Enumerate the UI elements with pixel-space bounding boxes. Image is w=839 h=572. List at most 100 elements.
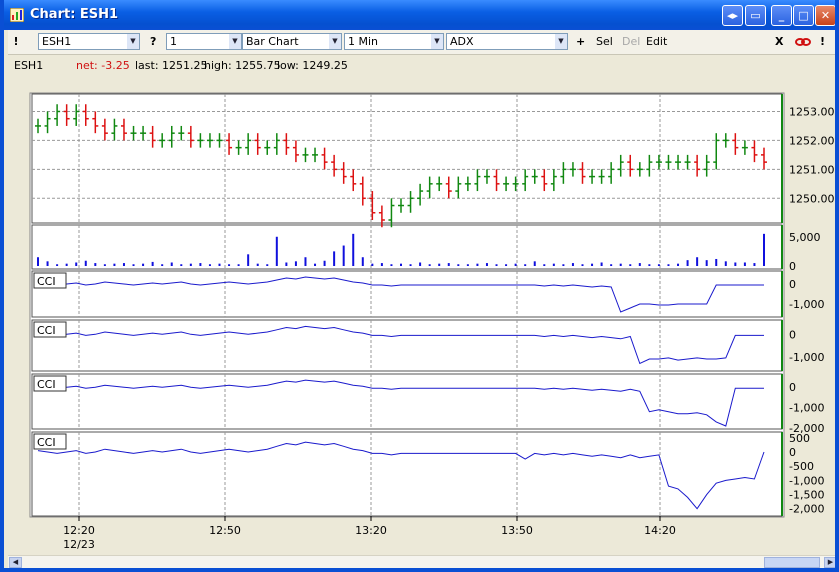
volume-tick-label: 0: [789, 260, 796, 273]
price-tick-label: 1250.00: [789, 192, 835, 205]
volume-bar: [314, 263, 317, 266]
cci-tick-label: 0: [789, 278, 796, 291]
volume-bar: [648, 264, 651, 266]
volume-bar: [724, 261, 727, 266]
panel-frame-cci-3: [31, 373, 783, 430]
volume-bar: [457, 264, 460, 266]
price-tick-label: 1252.00: [789, 134, 835, 147]
volume-bar: [122, 263, 125, 266]
volume-bar: [610, 264, 613, 266]
chart-window: Chart: ESH1 ◂▸ ▭ _ □ ✕ ! ESH1 ▼ ? 1 ▼ Bar …: [0, 0, 839, 572]
volume-bar: [438, 263, 441, 266]
panel-frame-cci-2: [31, 319, 783, 372]
cci-tick-label: -1,000: [789, 402, 824, 415]
volume-bar: [686, 260, 689, 266]
panel-frame-volume: [31, 224, 783, 270]
cci-tick-label: -1,500: [789, 489, 824, 502]
volume-bar: [342, 245, 345, 266]
volume-bar: [352, 233, 355, 266]
cci-panel-label: CCI: [37, 275, 56, 288]
cci-tick-label: 0: [789, 328, 796, 341]
volume-bar: [333, 251, 336, 266]
volume-bar: [247, 254, 250, 266]
volume-bar: [524, 264, 527, 266]
x-tick-label: 12:50: [209, 524, 241, 537]
volume-bar: [237, 264, 240, 266]
volume-bar: [37, 257, 39, 266]
volume-tick-label: 5,000: [789, 231, 821, 244]
cci-tick-label: -1,000: [789, 351, 824, 364]
price-tick-label: 1251.00: [789, 163, 835, 176]
volume-bar: [505, 264, 508, 266]
volume-bar: [151, 261, 154, 266]
volume-bar: [142, 263, 145, 266]
horizontal-scrollbar[interactable]: ◀ ▶: [8, 555, 835, 568]
volume-bar: [84, 260, 87, 266]
volume-bar: [228, 264, 231, 266]
volume-bar: [409, 264, 412, 266]
panel-frame-cci-1: [31, 270, 783, 318]
volume-bar: [199, 263, 202, 266]
volume-bar: [419, 262, 422, 266]
volume-bar: [189, 263, 192, 266]
volume-bar: [552, 263, 555, 266]
volume-bar: [323, 260, 326, 266]
volume-bar: [380, 263, 383, 266]
x-tick-label: 13:20: [355, 524, 387, 537]
volume-bar: [161, 264, 164, 266]
scrollbar-thumb[interactable]: [764, 557, 820, 568]
volume-bar: [275, 236, 278, 266]
cci-tick-label: 0: [789, 446, 796, 459]
scroll-right-icon[interactable]: ▶: [824, 557, 835, 568]
volume-bar: [75, 262, 78, 266]
volume-bar: [677, 263, 680, 266]
price-chart[interactable]: 1253.00 1252.00 1251.00 1250.00 5,000 0 0 -1,00…: [4, 0, 839, 555]
volume-bar: [705, 260, 708, 266]
volume-bar: [638, 263, 641, 266]
volume-bar: [715, 258, 718, 266]
cci-tick-label: -1,000: [789, 298, 824, 311]
volume-bar: [285, 262, 288, 266]
cci-tick-label: -500: [789, 460, 814, 473]
volume-bar: [743, 262, 746, 266]
volume-bar: [600, 262, 603, 266]
volume-bar: [763, 233, 765, 266]
x-date-label: 12/23: [63, 538, 95, 551]
volume-bar: [371, 263, 374, 266]
volume-bar: [218, 263, 221, 266]
panel-frame-cci-4: [31, 431, 783, 517]
volume-bar: [94, 263, 97, 266]
cci-panel-label: CCI: [37, 436, 56, 449]
volume-bar: [571, 263, 574, 266]
volume-bar: [591, 263, 594, 266]
volume-bar: [667, 264, 670, 266]
scroll-left-icon[interactable]: ◀: [9, 557, 22, 568]
cci-tick-label: 500: [789, 432, 810, 445]
volume-bar: [266, 264, 269, 266]
volume-bar: [256, 263, 259, 266]
price-tick-label: 1253.00: [789, 105, 835, 118]
volume-bar: [466, 264, 469, 266]
cci-panel-label: CCI: [37, 378, 56, 391]
volume-bar: [208, 264, 211, 266]
volume-bar: [170, 262, 173, 266]
volume-bar: [619, 263, 622, 266]
cci-tick-label: 0: [789, 381, 796, 394]
volume-bar: [734, 262, 737, 266]
volume-bar: [390, 264, 393, 266]
volume-bar: [103, 264, 106, 266]
volume-bar: [514, 263, 517, 266]
cci-tick-label: -1,000: [789, 474, 824, 487]
volume-bar: [495, 264, 498, 266]
volume-bar: [304, 257, 307, 266]
volume-bar: [533, 261, 536, 266]
x-tick-label: 13:50: [501, 524, 533, 537]
x-tick-label: 12:20: [63, 524, 95, 537]
volume-bar: [65, 263, 68, 266]
volume-bar: [113, 263, 116, 266]
panel-frame-price: [31, 93, 783, 224]
volume-bar: [56, 264, 59, 266]
volume-bar: [447, 263, 450, 266]
volume-bar: [562, 264, 565, 266]
volume-bar: [485, 263, 488, 266]
